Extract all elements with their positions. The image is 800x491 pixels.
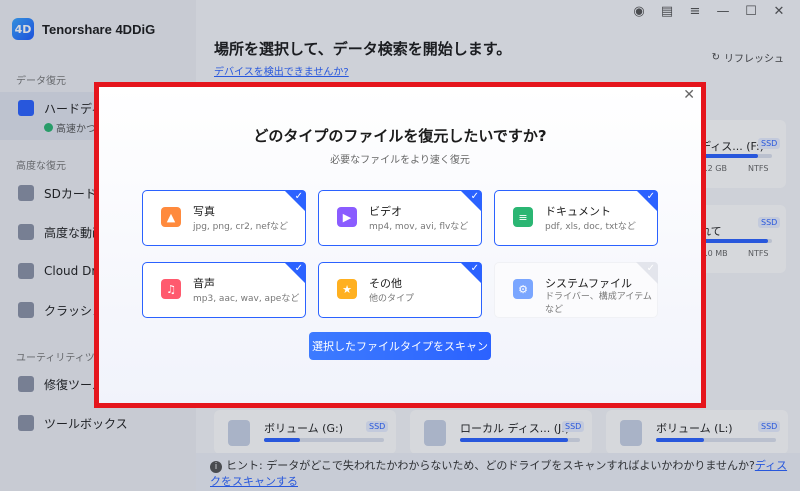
dialog-title: どのタイプのファイルを復元したいですか? [253, 127, 547, 145]
check-icon: ✓ [646, 263, 655, 274]
music-icon: ♫ [161, 279, 181, 299]
file-type-name: ビデオ [369, 205, 402, 218]
file-type-other[interactable]: ★ その他 他のタイプ ✓ [318, 262, 482, 318]
video-icon: ▶ [337, 207, 357, 227]
file-type-desc: jpg, png, cr2, nefなど [193, 222, 289, 232]
file-type-photo[interactable]: ▲ 写真 jpg, png, cr2, nefなど ✓ [142, 190, 306, 246]
file-type-name: 音声 [193, 277, 215, 290]
file-type-name: 写真 [193, 205, 215, 218]
check-icon: ✓ [470, 263, 479, 274]
file-type-desc: 他のタイプ [369, 294, 415, 304]
file-type-name: ドキュメント [545, 205, 611, 218]
file-type-dialog: ✕ どのタイプのファイルを復元したいですか? 必要なファイルをより速く復元 ▲ … [99, 87, 701, 403]
file-type-desc: ドライバー、構成アイテムなど [545, 292, 652, 315]
check-icon: ✓ [470, 191, 479, 202]
file-type-desc: mp4, mov, avi, flvなど [369, 222, 469, 232]
check-icon: ✓ [294, 263, 303, 274]
scan-selected-types-button[interactable]: 選択したファイルタイプをスキャン [309, 332, 491, 360]
file-type-name: その他 [369, 277, 402, 290]
close-icon[interactable]: ✕ [683, 87, 695, 103]
image-icon: ▲ [161, 207, 181, 227]
file-type-system[interactable]: ⚙ システムファイル ドライバー、構成アイテムなど ✓ [494, 262, 658, 318]
check-icon: ✓ [646, 191, 655, 202]
file-type-desc: pdf, xls, doc, txtなど [545, 222, 636, 232]
file-type-desc: mp3, aac, wav, apeなど [193, 294, 300, 304]
file-type-audio[interactable]: ♫ 音声 mp3, aac, wav, apeなど ✓ [142, 262, 306, 318]
gear-icon: ⚙ [513, 279, 533, 299]
dialog-subtitle: 必要なファイルをより速く復元 [330, 155, 470, 166]
star-icon: ★ [337, 279, 357, 299]
check-icon: ✓ [294, 191, 303, 202]
document-icon: ≡ [513, 207, 533, 227]
file-type-video[interactable]: ▶ ビデオ mp4, mov, avi, flvなど ✓ [318, 190, 482, 246]
file-type-document[interactable]: ≡ ドキュメント pdf, xls, doc, txtなど ✓ [494, 190, 658, 246]
file-type-name: システムファイル [545, 277, 633, 290]
